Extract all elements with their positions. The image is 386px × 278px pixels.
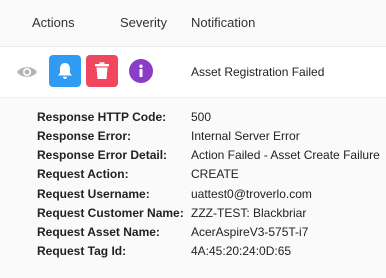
detail-value: 500 bbox=[191, 110, 212, 124]
detail-value: Action Failed - Asset Create Failure bbox=[191, 148, 380, 162]
detail-value: uattest0@troverlo.com bbox=[191, 187, 312, 201]
table-row: Asset Registration Failed bbox=[0, 47, 386, 98]
notification-text: Asset Registration Failed bbox=[191, 65, 325, 79]
detail-value: CREATE bbox=[191, 167, 239, 181]
detail-label: Response Error: bbox=[37, 129, 132, 143]
detail-label: Response HTTP Code: bbox=[37, 110, 167, 124]
table-header: Actions Severity Notification bbox=[0, 0, 386, 47]
alert-button[interactable] bbox=[49, 55, 81, 87]
detail-label: Response Error Detail: bbox=[37, 148, 168, 162]
detail-row-request-asset-name: Request Asset Name: AcerAspireV3-575T-i7 bbox=[0, 225, 386, 243]
info-icon bbox=[129, 59, 153, 83]
column-header-actions: Actions bbox=[32, 15, 75, 30]
detail-label: Request Username: bbox=[37, 187, 150, 201]
detail-row-request-username: Request Username: uattest0@troverlo.com bbox=[0, 187, 386, 205]
detail-label: Request Action: bbox=[37, 167, 129, 181]
detail-value: Internal Server Error bbox=[191, 129, 300, 143]
delete-button[interactable] bbox=[86, 55, 118, 87]
eye-icon[interactable] bbox=[16, 61, 38, 83]
column-header-notification[interactable]: Notification bbox=[191, 15, 255, 30]
detail-label: Request Tag Id: bbox=[37, 244, 127, 258]
detail-row-response-error: Response Error: Internal Server Error bbox=[0, 129, 386, 147]
detail-row-response-http-code: Response HTTP Code: 500 bbox=[0, 110, 386, 128]
detail-value: 4A:45:20:24:0D:65 bbox=[191, 244, 292, 258]
bell-icon bbox=[57, 62, 73, 80]
detail-row-request-tag-id: Request Tag Id: 4A:45:20:24:0D:65 bbox=[0, 244, 386, 262]
detail-value: ZZZ-TEST: Blackbriar bbox=[191, 206, 307, 220]
detail-value: AcerAspireV3-575T-i7 bbox=[191, 225, 309, 239]
notification-details: Response HTTP Code: 500 Response Error: … bbox=[0, 98, 386, 278]
detail-label: Request Customer Name: bbox=[37, 206, 184, 220]
detail-row-request-action: Request Action: CREATE bbox=[0, 167, 386, 185]
trash-icon bbox=[94, 62, 110, 80]
detail-label: Request Asset Name: bbox=[37, 225, 160, 239]
detail-row-response-error-detail: Response Error Detail: Action Failed - A… bbox=[0, 148, 386, 166]
detail-row-request-customer-name: Request Customer Name: ZZZ-TEST: Blackbr… bbox=[0, 206, 386, 224]
column-header-severity[interactable]: Severity bbox=[120, 15, 167, 30]
